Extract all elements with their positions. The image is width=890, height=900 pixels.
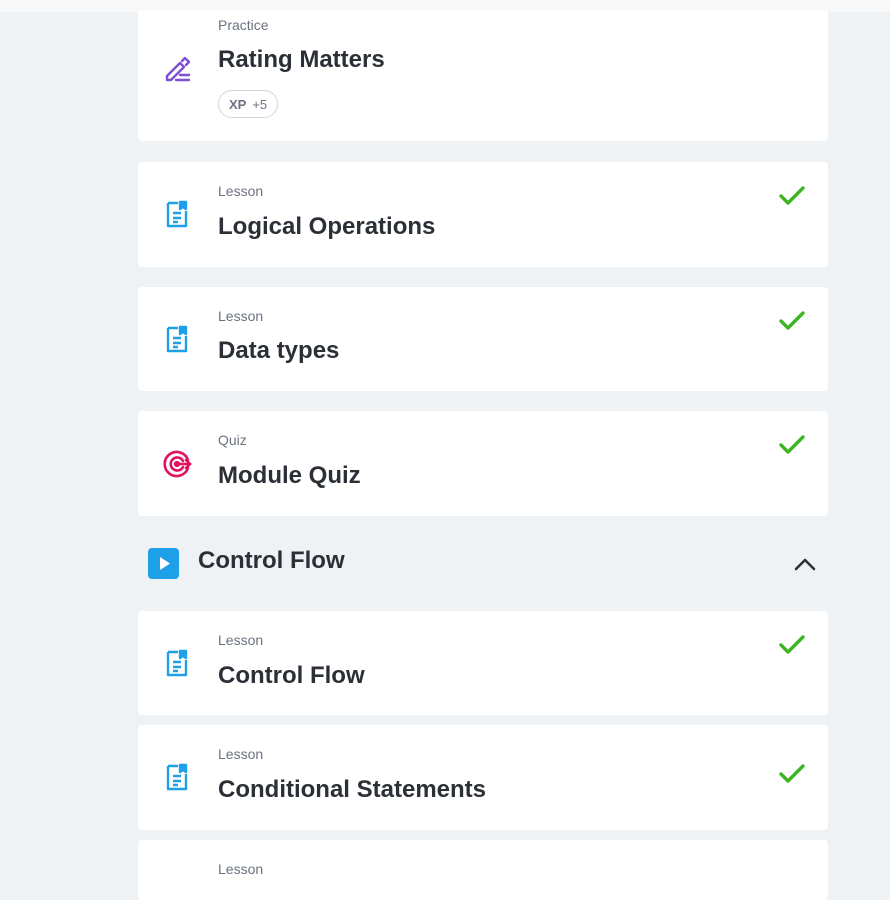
practice-card-rating-matters[interactable]: Practice Rating Matters XP +5 xyxy=(138,10,828,141)
chevron-up-icon xyxy=(794,558,816,571)
item-type-label: Quiz xyxy=(218,432,247,448)
completed-check-icon xyxy=(778,185,806,207)
edit-pencil-icon xyxy=(162,54,192,84)
completed-check-icon xyxy=(778,310,806,332)
play-icon xyxy=(148,548,179,579)
item-title[interactable]: Rating Matters xyxy=(218,46,385,74)
lesson-document-icon xyxy=(162,324,192,354)
item-type-label: Lesson xyxy=(218,632,264,648)
collapse-section-button[interactable] xyxy=(792,552,818,578)
lesson-document-icon xyxy=(162,762,192,792)
section-title: Control Flow xyxy=(198,547,345,574)
completed-check-icon xyxy=(778,634,806,656)
lesson-document-icon xyxy=(162,648,192,678)
completed-check-icon xyxy=(778,763,806,785)
xp-label: XP xyxy=(229,96,247,112)
lesson-card-data-types[interactable]: Lesson Data types xyxy=(138,287,828,391)
item-type-label: Lesson xyxy=(218,861,264,877)
xp-badge: XP +5 xyxy=(218,90,279,118)
item-title[interactable]: Data types xyxy=(218,337,339,365)
item-type-label: Lesson xyxy=(218,308,264,324)
quiz-card-module-quiz[interactable]: Quiz Module Quiz xyxy=(138,411,828,516)
lesson-card-control-flow[interactable]: Lesson Control Flow xyxy=(138,611,828,715)
item-title[interactable]: Control Flow xyxy=(218,662,365,690)
module-section-header[interactable]: Control Flow xyxy=(138,536,828,591)
lesson-card-partial[interactable]: Lesson xyxy=(138,840,828,900)
item-title[interactable]: Conditional Statements xyxy=(218,776,486,804)
lesson-document-icon xyxy=(162,199,192,229)
item-title[interactable]: Logical Operations xyxy=(218,213,435,241)
item-type-label: Lesson xyxy=(218,746,264,762)
item-type-label: Lesson xyxy=(218,183,264,199)
lesson-card-conditional-statements[interactable]: Lesson Conditional Statements xyxy=(138,725,828,830)
item-title[interactable]: Module Quiz xyxy=(218,462,361,490)
completed-check-icon xyxy=(778,434,806,456)
target-icon xyxy=(162,449,192,479)
xp-value: +5 xyxy=(252,96,268,112)
item-type-label: Practice xyxy=(218,17,269,33)
lesson-card-logical-operations[interactable]: Lesson Logical Operations xyxy=(138,162,828,267)
